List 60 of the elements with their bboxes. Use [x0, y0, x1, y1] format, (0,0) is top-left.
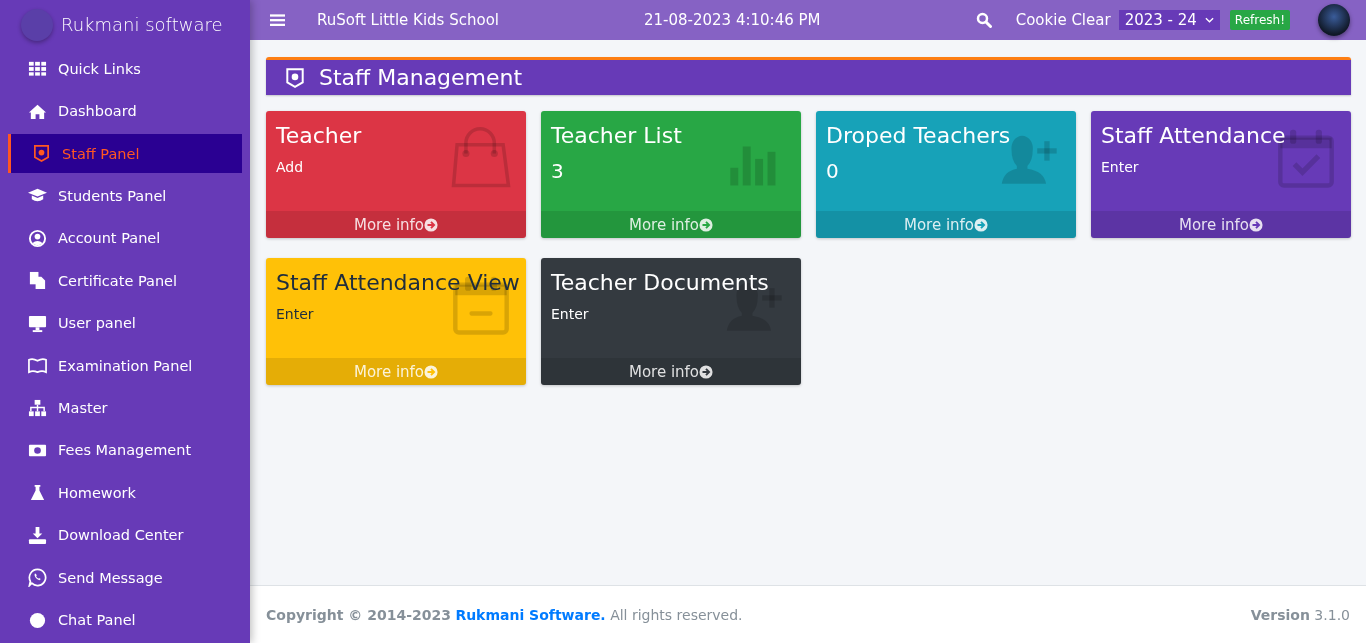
sidebar-item[interactable]: Fees Management	[8, 430, 242, 471]
sidebar-item[interactable]: Send Message	[8, 558, 242, 598]
school-name: RuSoft Little Kids School	[317, 11, 499, 29]
arrow-circle-icon	[974, 218, 989, 232]
arrow-circle-icon	[699, 365, 714, 379]
shopping-bag-icon	[450, 127, 512, 189]
card-value: Enter	[551, 306, 590, 323]
logo-icon	[21, 8, 53, 41]
user-circle-icon	[28, 228, 47, 248]
version-text: Version 3.1.0	[1250, 606, 1350, 623]
card-title: Teacher List	[551, 123, 683, 150]
avatar[interactable]	[1318, 4, 1350, 36]
card-value: Add	[276, 159, 305, 176]
sidebar-item[interactable]: User panel	[8, 303, 242, 343]
badge-icon	[32, 144, 51, 163]
sidebar-item[interactable]: Homework	[8, 473, 242, 513]
chevron-down-icon	[1204, 17, 1214, 23]
grid-icon	[28, 59, 47, 79]
sidebar-item[interactable]: Examination Panel	[8, 346, 242, 386]
copyright-text: Copyright © 2014-2023 Rukmani Software. All rights reserved.	[266, 606, 743, 623]
brand-name: Rukmani software	[61, 14, 223, 35]
sidebar-item[interactable]: Students Panel	[8, 176, 242, 216]
sitemap-icon	[28, 398, 47, 418]
sidebar-item[interactable]: Staff Panel	[8, 133, 242, 174]
arrow-circle-icon	[1249, 218, 1264, 232]
session-dropdown[interactable]: 2023 - 24	[1118, 10, 1220, 30]
sidebar-item[interactable]: Dashboard	[8, 91, 242, 131]
card-title: Staff Attendance	[1101, 123, 1287, 150]
menu-icon[interactable]	[270, 13, 285, 27]
cookie-clear-link[interactable]: Cookie Clear	[1015, 11, 1111, 29]
card-value: 0	[826, 159, 840, 184]
card-title: Droped Teachers	[826, 123, 1012, 150]
search-icon[interactable]	[975, 12, 992, 28]
flask-icon	[28, 483, 47, 503]
sidebar-item[interactable]: Account Panel	[8, 218, 242, 258]
more-info-link[interactable]: More info	[266, 211, 526, 238]
monitor-icon	[28, 313, 47, 333]
sidebar-item[interactable]: Download Center	[8, 515, 242, 555]
card-value: Enter	[1101, 159, 1140, 176]
sidebar-item[interactable]: Certificate Panel	[8, 261, 242, 301]
sidebar-item[interactable]: Chat Panel	[8, 600, 242, 640]
arrow-circle-icon	[424, 218, 439, 232]
card-title: Teacher	[276, 123, 363, 150]
book-icon	[28, 356, 47, 376]
company-link[interactable]: Rukmani Software.	[455, 606, 606, 623]
date-time: 21-08-2023 4:10:46 PM	[644, 11, 821, 29]
badge-icon	[284, 66, 306, 89]
arrow-circle-icon	[699, 218, 714, 232]
documents-icon	[28, 271, 47, 291]
page-title: Staff Management	[319, 65, 523, 90]
arrow-circle-icon	[424, 365, 439, 379]
download-icon	[28, 525, 47, 545]
more-info-link[interactable]: More info	[541, 358, 801, 385]
sidebar-item[interactable]: Quick Links	[8, 49, 242, 89]
card-value: 3	[551, 159, 565, 184]
whatsapp-icon	[28, 568, 47, 588]
sidebar-item[interactable]: Master	[8, 388, 242, 428]
card-title: Teacher Documents	[551, 270, 770, 297]
more-info-link[interactable]: More info	[1091, 211, 1351, 238]
card-value: Enter	[276, 306, 315, 323]
